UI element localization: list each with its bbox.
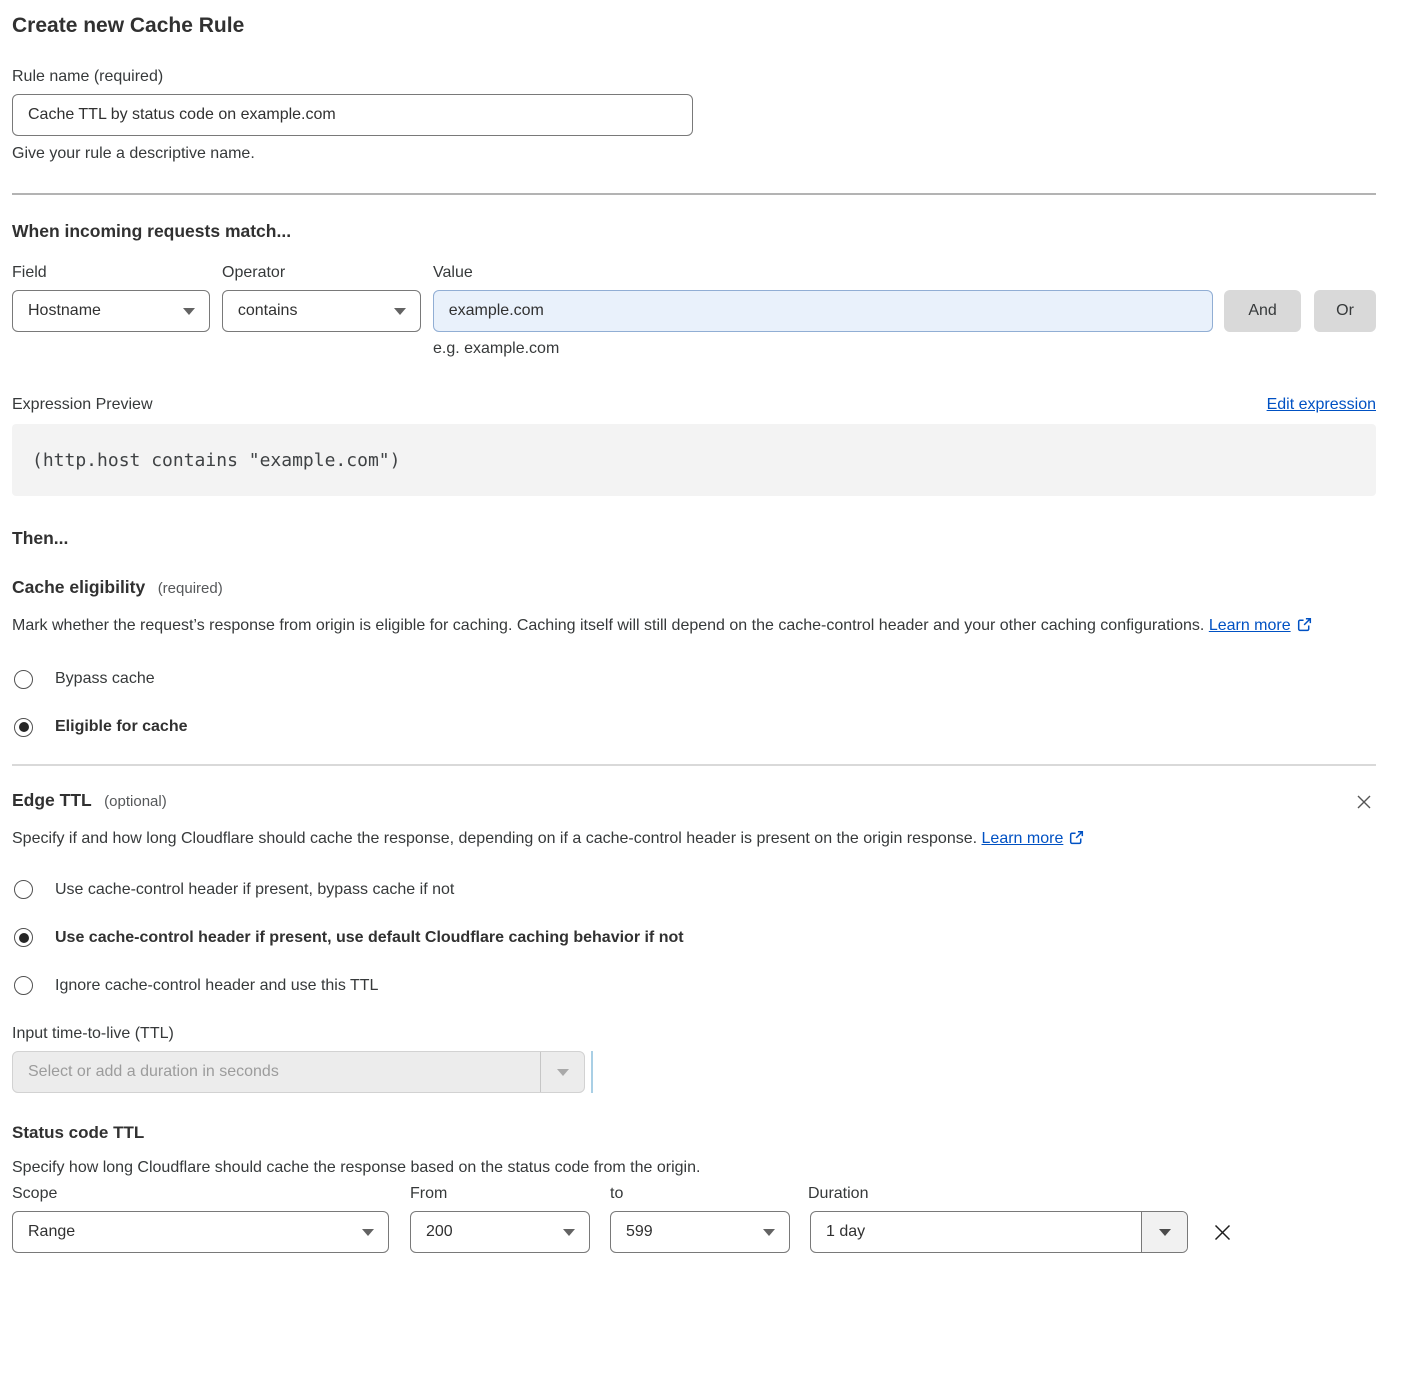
and-button[interactable]: And <box>1224 290 1301 332</box>
or-button[interactable]: Or <box>1314 290 1376 332</box>
expression-code: (http.host contains "example.com") <box>32 450 400 471</box>
from-select-value: 200 <box>426 1223 563 1241</box>
duration-label: Duration <box>808 1185 868 1203</box>
scope-select[interactable]: Range <box>12 1211 389 1253</box>
ttl-input-label: Input time-to-live (TTL) <box>12 1025 1376 1043</box>
chevron-down-icon <box>362 1229 374 1236</box>
chevron-down-icon <box>563 1229 575 1236</box>
edge-ttl-option-bypass[interactable]: Use cache-control header if present, byp… <box>12 880 1376 899</box>
to-select[interactable]: 599 <box>610 1211 790 1253</box>
edge-ttl-close-icon[interactable] <box>1352 790 1376 819</box>
cache-eligibility-learn-more-link[interactable]: Learn more <box>1209 617 1291 634</box>
duration-select-value: 1 day <box>811 1212 1141 1252</box>
ttl-duration-placeholder: Select or add a duration in seconds <box>13 1052 540 1092</box>
to-select-value: 599 <box>626 1223 763 1241</box>
field-select[interactable]: Hostname <box>12 290 210 332</box>
ttl-dropdown-button[interactable] <box>540 1052 584 1092</box>
cache-eligibility-title: Cache eligibility <box>12 577 145 597</box>
external-link-icon <box>1069 827 1084 856</box>
eligible-for-cache-option[interactable]: Eligible for cache <box>12 718 1376 737</box>
to-label: to <box>610 1185 808 1203</box>
ttl-duration-select[interactable]: Select or add a duration in seconds <box>12 1051 585 1093</box>
eligible-for-cache-label: Eligible for cache <box>55 718 187 736</box>
page-title: Create new Cache Rule <box>12 14 1376 38</box>
radio-unselected-icon[interactable] <box>14 670 33 689</box>
radio-selected-icon[interactable] <box>14 718 33 737</box>
value-hint: e.g. example.com <box>433 340 1376 358</box>
duration-dropdown-button[interactable] <box>1141 1212 1187 1252</box>
status-code-ttl-title: Status code TTL <box>12 1123 1376 1143</box>
rule-name-help: Give your rule a descriptive name. <box>12 145 1376 163</box>
operator-label: Operator <box>222 264 433 282</box>
edge-ttl-title: Edge TTL <box>12 790 92 810</box>
edge-ttl-option-default[interactable]: Use cache-control header if present, use… <box>12 928 1376 947</box>
edge-ttl-description: Specify if and how long Cloudflare shoul… <box>12 825 1117 856</box>
section-divider <box>12 193 1376 195</box>
expression-preview-box: (http.host contains "example.com") <box>12 424 1376 496</box>
chevron-down-icon <box>394 308 406 315</box>
bypass-cache-label: Bypass cache <box>55 670 155 688</box>
edge-ttl-description-text: Specify if and how long Cloudflare shoul… <box>12 830 977 847</box>
status-code-ttl-description: Specify how long Cloudflare should cache… <box>12 1159 1376 1177</box>
edit-expression-link[interactable]: Edit expression <box>1267 396 1376 414</box>
match-value-input[interactable] <box>433 290 1213 332</box>
field-label: Field <box>12 264 222 282</box>
radio-unselected-icon[interactable] <box>14 880 33 899</box>
operator-select[interactable]: contains <box>222 290 421 332</box>
cache-eligibility-description-text: Mark whether the request’s response from… <box>12 617 1204 634</box>
rule-name-input[interactable] <box>12 94 693 136</box>
from-label: From <box>410 1185 610 1203</box>
duration-select[interactable]: 1 day <box>810 1211 1188 1253</box>
chevron-down-icon <box>763 1229 775 1236</box>
section-divider <box>12 764 1376 766</box>
scope-label: Scope <box>12 1185 410 1203</box>
value-label: Value <box>433 264 473 282</box>
from-select[interactable]: 200 <box>410 1211 590 1253</box>
operator-select-value: contains <box>238 302 394 320</box>
remove-status-ttl-row-icon[interactable] <box>1211 1221 1234 1244</box>
cache-eligibility-description: Mark whether the request’s response from… <box>12 612 1357 643</box>
edge-ttl-option-ignore[interactable]: Ignore cache-control header and use this… <box>12 976 1376 995</box>
input-caret <box>591 1051 593 1093</box>
chevron-down-icon <box>557 1069 569 1076</box>
match-heading: When incoming requests match... <box>12 221 1376 242</box>
radio-unselected-icon[interactable] <box>14 976 33 995</box>
edge-ttl-option-default-label: Use cache-control header if present, use… <box>55 929 684 947</box>
scope-select-value: Range <box>28 1223 362 1241</box>
edge-ttl-option-bypass-label: Use cache-control header if present, byp… <box>55 881 454 899</box>
edge-ttl-optional-tag: (optional) <box>104 793 167 810</box>
then-heading: Then... <box>12 528 1376 549</box>
chevron-down-icon <box>183 308 195 315</box>
chevron-down-icon <box>1159 1229 1171 1236</box>
create-cache-rule-form: Create new Cache Rule Rule name (require… <box>0 0 1412 1253</box>
expression-preview-label: Expression Preview <box>12 396 153 414</box>
external-link-icon <box>1297 614 1312 643</box>
edge-ttl-learn-more-link[interactable]: Learn more <box>982 830 1064 847</box>
field-select-value: Hostname <box>28 302 183 320</box>
bypass-cache-option[interactable]: Bypass cache <box>12 670 1376 689</box>
radio-selected-icon[interactable] <box>14 928 33 947</box>
cache-eligibility-required-tag: (required) <box>158 580 223 597</box>
edge-ttl-option-ignore-label: Ignore cache-control header and use this… <box>55 977 378 995</box>
rule-name-label: Rule name (required) <box>12 68 1376 86</box>
